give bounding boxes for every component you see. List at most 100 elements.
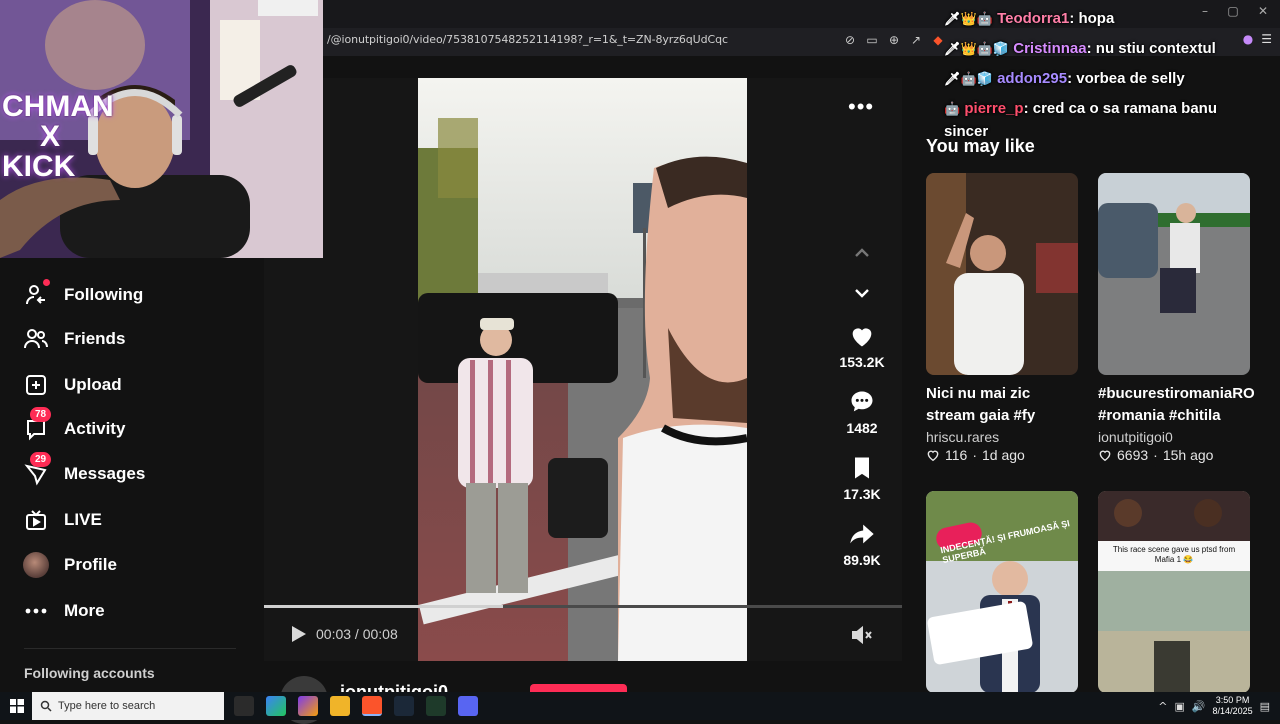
taskbar-search[interactable]: Type here to search: [32, 692, 224, 720]
play-icon[interactable]: [288, 624, 308, 644]
chevron-up-icon[interactable]: [851, 242, 873, 264]
rec-card[interactable]: This race scene gave us ptsd from Mafia …: [1098, 491, 1250, 693]
sidebar-item-friends[interactable]: Friends: [22, 321, 252, 357]
rec-likes: 116: [945, 447, 968, 463]
app-icon[interactable]: [426, 696, 446, 716]
more-icon: [22, 597, 50, 625]
comment-button[interactable]: 1482: [832, 388, 892, 436]
address-bar[interactable]: /@ionutpitigoi0/video/753810754825211419…: [323, 30, 923, 50]
file-explorer-icon[interactable]: [330, 696, 350, 716]
rec-thumbnail: [926, 173, 1078, 375]
sidebar-item-label: Upload: [64, 375, 122, 394]
discord-icon[interactable]: [458, 696, 478, 716]
notifications-icon[interactable]: ▤: [1260, 700, 1270, 713]
rec-thumbnail: This race scene gave us ptsd from Mafia …: [1098, 491, 1250, 693]
sidebar-item-upload[interactable]: Upload: [22, 367, 252, 403]
chat-message: 🗡👑🤖 Teodorra1: hopa: [944, 4, 1244, 34]
volume-icon[interactable]: 🔊: [1192, 700, 1206, 713]
chat-username: Teodorra1: [997, 10, 1070, 27]
cam-overlay-text: CHMAN X KICK: [2, 90, 114, 183]
no-tracking-icon[interactable]: ⊘: [842, 30, 858, 50]
video-frame[interactable]: [418, 78, 747, 661]
sidebar-item-profile[interactable]: Profile: [22, 547, 252, 583]
chat-text: vorbea de selly: [1076, 70, 1185, 87]
rec-likes: 6693: [1117, 447, 1149, 463]
chat-message: 🗡🤖🧊 addon295: vorbea de selly: [944, 64, 1244, 94]
extension-icon[interactable]: ●: [1243, 32, 1253, 46]
sidebar-item-label: Activity: [64, 419, 126, 438]
windows-taskbar: Type here to search ^ ▣ 🔊 3:50 PM 8/14/2…: [0, 692, 1280, 720]
heart-outline-icon: [927, 450, 939, 462]
heart-outline-icon: [1099, 450, 1111, 462]
video-time: 00:03 / 00:08: [316, 626, 398, 642]
chat-badges: 🗡👑🤖: [944, 12, 993, 27]
save-count: 17.3K: [843, 486, 881, 502]
chat-badges: 🗡🤖🧊: [944, 72, 993, 87]
sidebar-item-label: More: [64, 601, 105, 620]
separator-dot: ·: [972, 447, 977, 463]
chat-colon: :: [1023, 100, 1033, 117]
menu-icon[interactable]: ☰: [1261, 32, 1272, 46]
sidebar-item-activity[interactable]: 78 Activity: [22, 407, 252, 447]
volume-muted-icon[interactable]: [850, 624, 874, 646]
sidebar-item-following[interactable]: Following: [22, 277, 252, 313]
chat-text: hopa: [1078, 10, 1115, 27]
app-icon[interactable]: [266, 696, 286, 716]
activity-badge: 78: [30, 407, 52, 422]
steam-icon[interactable]: [394, 696, 414, 716]
rec-card[interactable]: #bucurestiromaniaRO #romania #chitila io…: [1098, 173, 1255, 463]
sidebar-item-messages[interactable]: 29 Messages: [22, 452, 252, 492]
webcam-overlay: CHMAN X KICK: [0, 0, 323, 258]
sidebar-item-label: Following: [64, 285, 144, 304]
network-icon[interactable]: ▣: [1174, 700, 1184, 713]
stream-chat-overlay: 🗡👑🤖 Teodorra1: hopa 🗡👑🤖🧊 Cristinnaa: nu …: [944, 4, 1244, 143]
rec-caption: #bucurestiromaniaRO #romania #chitila: [1098, 385, 1255, 424]
share-icon[interactable]: ↗: [908, 30, 924, 50]
task-view-icon[interactable]: [234, 696, 254, 716]
like-button[interactable]: 153.2K: [832, 322, 892, 370]
chat-username: Cristinnaa: [1013, 40, 1087, 57]
windows-start-icon[interactable]: [10, 699, 24, 713]
share-count: 89.9K: [843, 552, 881, 568]
chat-text: nu stiu contextul: [1095, 40, 1216, 57]
close-window-button[interactable]: ✕: [1248, 4, 1278, 18]
rec-author[interactable]: ionutpitigoi0: [1098, 429, 1250, 445]
save-button[interactable]: 17.3K: [832, 454, 892, 502]
sidebar-divider: [24, 648, 236, 649]
chevron-down-icon[interactable]: [851, 282, 873, 304]
zoom-icon[interactable]: ⊕: [886, 30, 902, 50]
rec-meta: 116 · 1d ago: [926, 447, 1078, 463]
rec-meta: 6693 · 15h ago: [1098, 447, 1250, 463]
like-count: 153.2K: [839, 354, 885, 370]
separator-dot: ·: [1153, 447, 1158, 463]
activity-icon: 78: [22, 407, 52, 443]
progress-bar[interactable]: [264, 605, 902, 608]
heart-icon: [848, 322, 876, 350]
copilot-icon[interactable]: [298, 696, 318, 716]
upload-icon: [22, 371, 50, 399]
profile-avatar: [22, 551, 50, 579]
comment-count: 1482: [846, 420, 878, 436]
rec-age: 15h ago: [1162, 447, 1214, 463]
rec-card[interactable]: Nici nu mai zic stream gaia #fy hriscu.r…: [926, 173, 1078, 463]
messages-icon: 29: [22, 452, 52, 488]
sidebar-item-live[interactable]: LIVE: [22, 502, 252, 538]
more-options-icon[interactable]: •••: [848, 94, 874, 120]
search-icon: [40, 700, 52, 712]
reader-icon[interactable]: ▭: [864, 30, 880, 50]
rec-author[interactable]: hriscu.rares: [926, 429, 1078, 445]
share-button[interactable]: 89.9K: [832, 520, 892, 568]
brave-browser-icon[interactable]: [362, 696, 382, 716]
chat-message: 🤖 pierre_p: cred ca o sa ramana banu sin…: [944, 94, 1234, 143]
progress-fill: [264, 605, 504, 608]
sidebar-item-more[interactable]: More: [22, 593, 252, 629]
following-icon: [22, 279, 50, 309]
bookmark-icon: [848, 454, 876, 482]
sidebar-item-label: LIVE: [64, 510, 102, 529]
taskbar-clock[interactable]: 3:50 PM 8/14/2025: [1213, 695, 1253, 717]
follow-button[interactable]: [530, 684, 627, 692]
chevron-up-icon[interactable]: ^: [1158, 700, 1167, 713]
chat-colon: :: [1086, 40, 1096, 57]
chat-badges: 🗡👑🤖🧊: [944, 42, 1010, 57]
rec-card[interactable]: INDECENȚĂ! ȘI FRUMOASĂ ȘI SUPERBĂ: [926, 491, 1078, 693]
